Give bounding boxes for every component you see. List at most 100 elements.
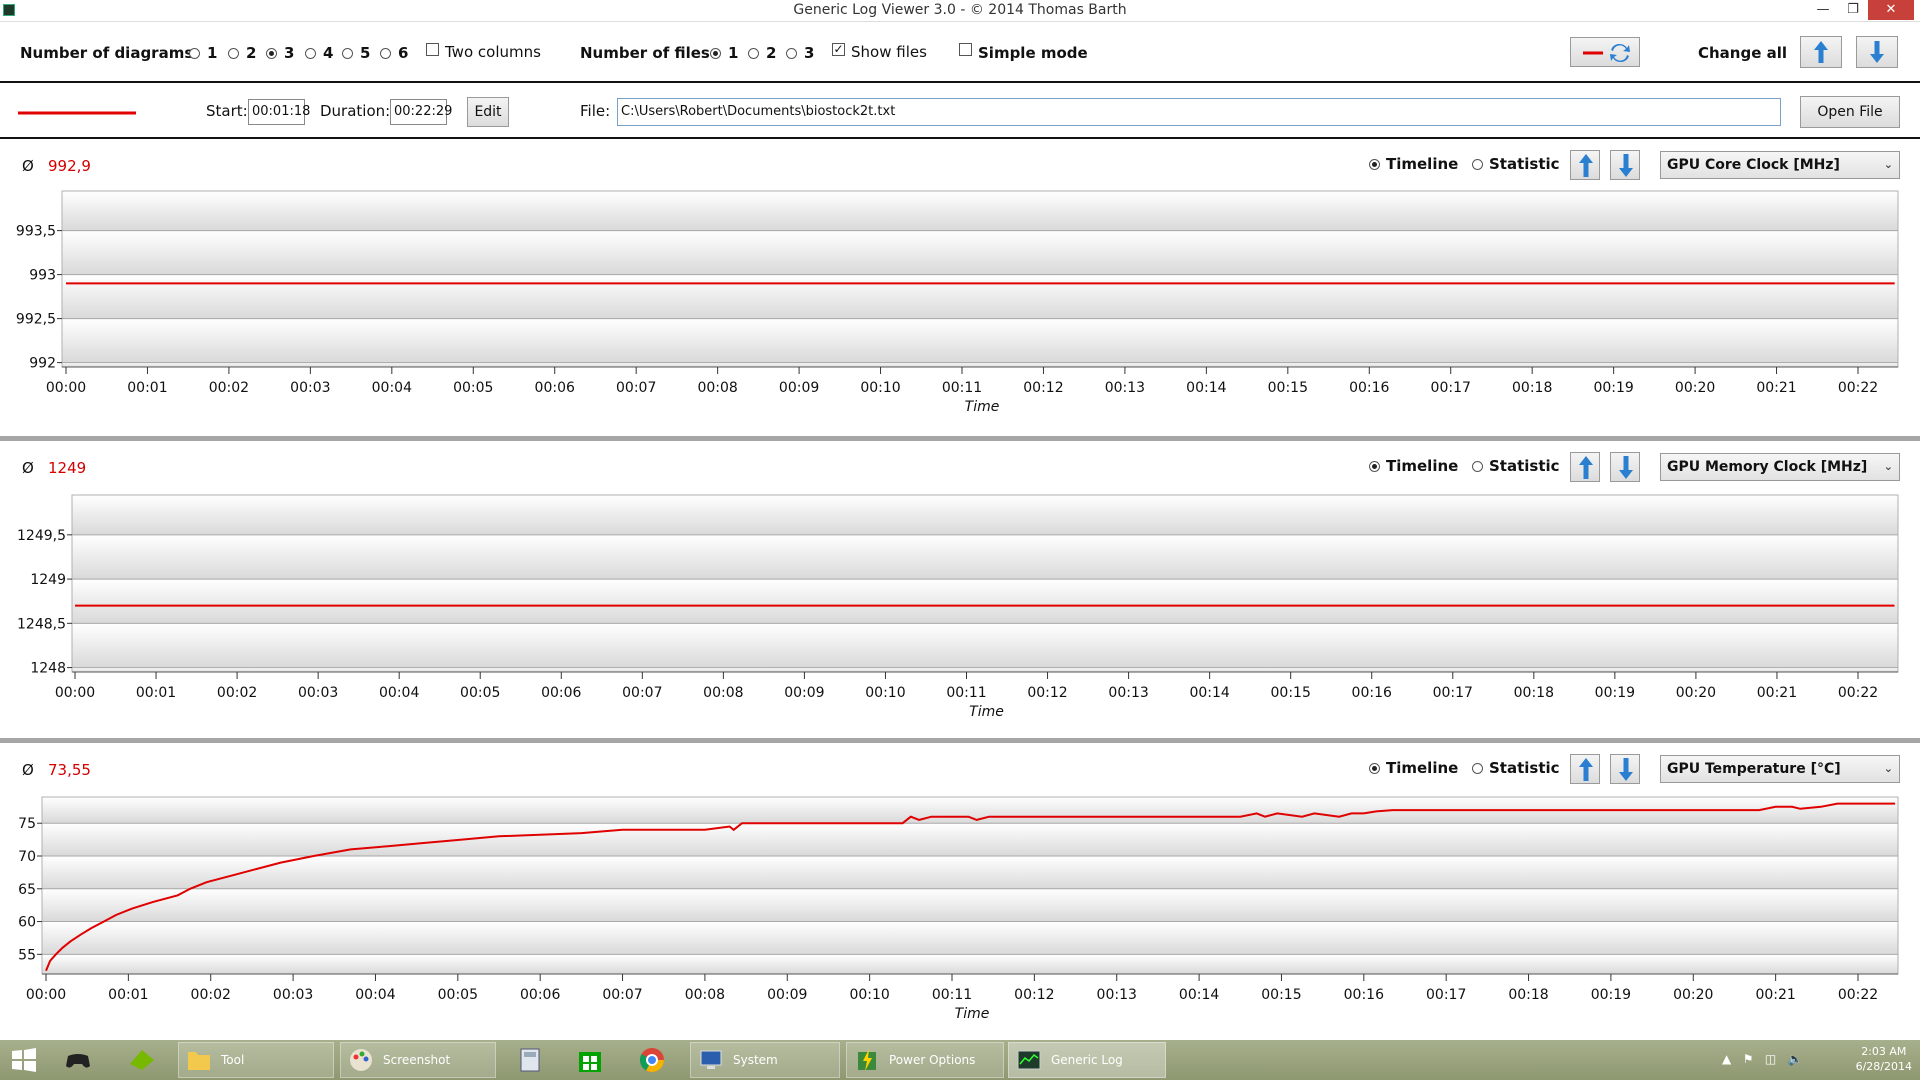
taskbar-item-system[interactable]: System xyxy=(690,1042,840,1078)
x-tick-label: 00:09 xyxy=(779,380,819,396)
duration-input[interactable]: 00:22:29 xyxy=(390,99,452,125)
move-down-button[interactable] xyxy=(1610,150,1640,180)
diagram-count-label-4: 4 xyxy=(323,44,334,62)
x-tick-label: 00:02 xyxy=(191,987,231,1003)
num-diagrams-label: Number of diagrams xyxy=(20,44,194,62)
move-up-button[interactable] xyxy=(1570,150,1600,180)
settings-bar: Number of diagrams 1 2 3 4 5 6 Two columns Nu… xyxy=(0,23,1920,83)
statistic-radio[interactable] xyxy=(1472,159,1483,170)
x-tick-label: 00:22 xyxy=(1838,987,1878,1003)
file-count-radio-1[interactable] xyxy=(710,48,721,59)
x-tick-label: 00:06 xyxy=(541,685,581,701)
taskbar-item-log-viewer[interactable]: Generic Log View... xyxy=(1008,1042,1166,1078)
x-tick-label: 00:11 xyxy=(932,987,972,1003)
x-tick-label: 00:18 xyxy=(1514,685,1554,701)
calculator-icon[interactable] xyxy=(516,1046,544,1074)
flag-icon[interactable]: ⚑ xyxy=(1743,1052,1754,1066)
arrow-down-icon xyxy=(1870,41,1884,63)
x-tick-label: 00:19 xyxy=(1593,380,1633,396)
move-up-button[interactable] xyxy=(1570,754,1600,784)
network-icon[interactable]: ◫ xyxy=(1765,1052,1776,1066)
plot-band xyxy=(62,274,1898,319)
start-label: Start: xyxy=(206,102,248,120)
diagram-count-label-6: 6 xyxy=(398,44,409,62)
y-tick-label: 70 xyxy=(18,849,36,865)
sensor-select[interactable]: GPU Memory Clock [MHz] ⌄ xyxy=(1660,453,1900,481)
plot-band xyxy=(62,230,1898,275)
nvidia-icon[interactable] xyxy=(128,1046,156,1074)
x-axis-label: Time xyxy=(965,399,1000,415)
chart-svg: 1249,5 1249 1248,5 1248 00:00 00:01 00:02 00:03… xyxy=(17,494,1899,720)
plot-band xyxy=(72,667,1898,672)
x-tick-label: 00:15 xyxy=(1268,380,1308,396)
timeline-radio[interactable] xyxy=(1369,159,1380,170)
start-input[interactable]: 00:01:18 xyxy=(248,99,310,125)
move-down-button[interactable] xyxy=(1610,754,1640,784)
two-columns-checkbox[interactable] xyxy=(426,43,439,56)
diagram-count-radio-1[interactable] xyxy=(189,48,200,59)
statistic-radio[interactable] xyxy=(1472,763,1483,774)
x-tick-label: 00:01 xyxy=(108,987,148,1003)
swap-color-button[interactable] xyxy=(1570,37,1640,67)
close-button[interactable]: ✕ xyxy=(1868,0,1914,20)
diagram-count-radio-3[interactable] xyxy=(266,48,277,59)
taskbar: Tool Screenshot (38).p... System Power O… xyxy=(0,1040,1920,1080)
file-count-radio-2[interactable] xyxy=(748,48,759,59)
x-tick-label: 00:13 xyxy=(1097,987,1137,1003)
move-all-down-button[interactable] xyxy=(1856,36,1898,68)
timeline-radio[interactable] xyxy=(1369,763,1380,774)
x-tick-label: 00:09 xyxy=(784,685,824,701)
arrow-up-icon xyxy=(1579,456,1593,479)
x-tick-label: 00:12 xyxy=(1027,685,1067,701)
sensor-select[interactable]: GPU Core Clock [MHz] ⌄ xyxy=(1660,151,1900,179)
chrome-icon[interactable] xyxy=(638,1046,666,1074)
show-files-checkbox[interactable]: ✓ xyxy=(832,43,845,56)
minimize-button[interactable]: — xyxy=(1808,0,1838,20)
move-down-button[interactable] xyxy=(1610,452,1640,482)
diagram-count-label-1: 1 xyxy=(207,44,218,62)
y-tick-label: 992,5 xyxy=(16,312,56,328)
clock[interactable]: 2:03 AM 6/28/2014 xyxy=(1856,1044,1912,1074)
diagram-count-radio-5[interactable] xyxy=(342,48,353,59)
x-tick-label: 00:06 xyxy=(535,380,575,396)
chart-panel-3: 75 70 65 60 55 00:00 00:01 00:02 00:03 00:04 00:05… xyxy=(0,745,1920,1042)
start-windows-icon[interactable] xyxy=(10,1046,38,1074)
open-file-button[interactable]: Open File xyxy=(1800,96,1900,128)
edit-button[interactable]: Edit xyxy=(467,97,509,127)
volume-icon[interactable]: 🔈 xyxy=(1788,1052,1803,1066)
simple-mode-checkbox[interactable] xyxy=(959,43,972,56)
sensor-select[interactable]: GPU Temperature [°C] ⌄ xyxy=(1660,755,1900,783)
taskbar-item-label: Generic Log View... xyxy=(1051,1053,1123,1067)
x-tick-label: 00:07 xyxy=(616,380,656,396)
gamepad-icon[interactable] xyxy=(64,1046,92,1074)
chart-panel-2: 1249,5 1249 1248,5 1248 00:00 00:01 00:02 00:03… xyxy=(0,443,1920,740)
x-tick-label: 00:14 xyxy=(1189,685,1229,701)
restore-button[interactable]: ❐ xyxy=(1838,0,1868,20)
file-count-radio-3[interactable] xyxy=(786,48,797,59)
move-all-up-button[interactable] xyxy=(1800,36,1842,68)
diagram-count-radio-6[interactable] xyxy=(380,48,391,59)
arrow-down-icon xyxy=(1619,154,1633,177)
x-tick-label: 00:22 xyxy=(1838,380,1878,396)
x-tick-label: 00:07 xyxy=(602,987,642,1003)
y-tick-label: 1248 xyxy=(30,661,66,677)
taskbar-item-tool[interactable]: Tool xyxy=(178,1042,334,1078)
timeline-radio[interactable] xyxy=(1369,461,1380,472)
move-up-button[interactable] xyxy=(1570,452,1600,482)
file-path-input[interactable]: C:\Users\Robert\Documents\biostock2t.txt xyxy=(617,98,1781,126)
diagram-count-label-5: 5 xyxy=(360,44,371,62)
x-tick-label: 00:22 xyxy=(1838,685,1878,701)
diagram-count-radio-2[interactable] xyxy=(228,48,239,59)
x-tick-label: 00:12 xyxy=(1014,987,1054,1003)
timeline-label: Timeline xyxy=(1386,759,1459,777)
x-tick-label: 00:02 xyxy=(217,685,257,701)
diagram-count-radio-4[interactable] xyxy=(305,48,316,59)
statistic-radio[interactable] xyxy=(1472,461,1483,472)
store-icon[interactable] xyxy=(576,1046,604,1074)
diagram-count-label-3: 3 xyxy=(284,44,295,62)
tray-expand-icon[interactable]: ▲ xyxy=(1722,1052,1731,1066)
taskbar-item-paint[interactable]: Screenshot (38).p... xyxy=(340,1042,496,1078)
taskbar-item-power-options[interactable]: Power Options xyxy=(846,1042,1004,1078)
taskbar-item-label: Screenshot (38).p... xyxy=(383,1053,451,1067)
file-line-color-swatch[interactable] xyxy=(18,110,138,116)
